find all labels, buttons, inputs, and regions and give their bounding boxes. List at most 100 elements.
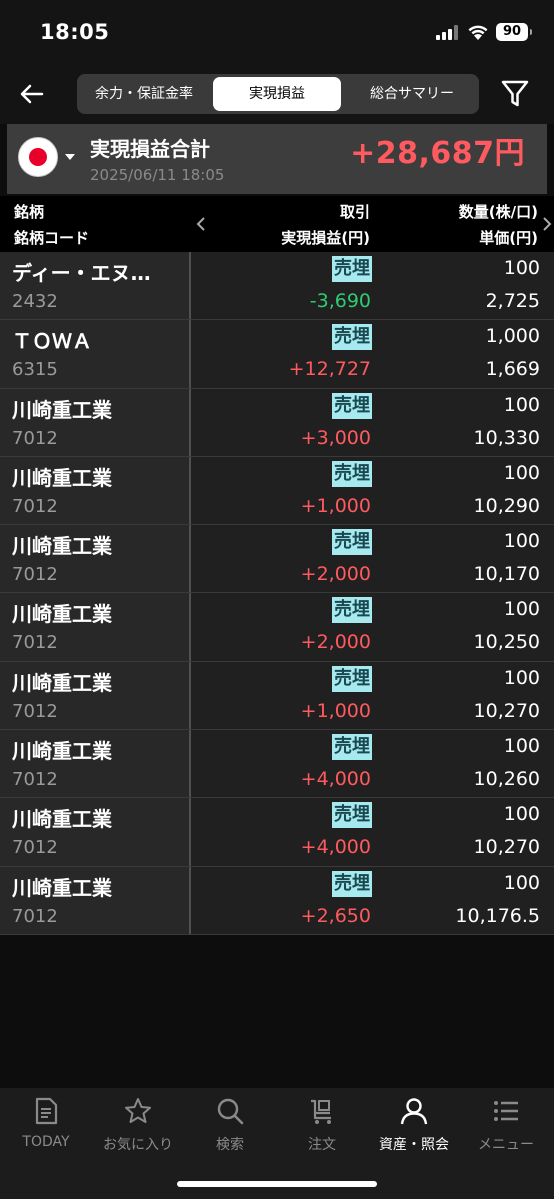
chevron-left-icon[interactable] [196,216,206,232]
stock-name: 川崎重工業 [12,807,112,832]
quantity: 100 [503,803,540,826]
segmented-tabs: 余力・保証金率 実現損益 総合サマリー [77,74,479,114]
realized-pnl: +4,000 [300,836,371,859]
nav-today-label: TODAY [22,1134,70,1150]
quantity: 100 [503,257,540,279]
realized-pnl: +2,650 [300,904,371,927]
stock-name: ＴＯＷＡ [12,329,92,354]
tab-realized-pnl[interactable]: 実現損益 [213,77,341,111]
nav-search-label: 検索 [216,1137,244,1153]
stock-code: 7012 [12,837,58,859]
nav-favorites-label: お気に入り [103,1137,173,1153]
summary-value: +28,687円 [350,136,525,171]
star-icon [125,1098,151,1123]
trade-type-badge: 売埋 [332,256,372,282]
person-icon [400,1098,428,1125]
pnl-summary: 実現損益合計 2025/06/11 18:05 +28,687円 [7,124,547,194]
table-row[interactable]: 川崎重工業 7012 売埋 +4,000 100 10,270 [0,798,554,867]
trade-type-badge: 売埋 [332,870,372,897]
signal-icon [436,25,458,40]
table-row[interactable]: 川崎重工業 7012 売埋 +2,000 100 10,250 [0,593,554,662]
trade-type-badge: 売埋 [332,324,372,351]
stock-name: ディー・エヌ… [12,261,151,285]
menu-icon [494,1101,518,1121]
table-row[interactable]: 川崎重工業 7012 売埋 +3,000 100 10,330 [0,388,554,457]
stock-code: 7012 [12,495,58,517]
realized-pnl: +3,000 [300,426,371,449]
stock-name: 川崎重工業 [12,534,112,559]
trade-type-badge: 売埋 [332,392,372,419]
realized-pnl: +2,000 [300,563,371,586]
unit-price: 1,669 [485,358,540,381]
battery-icon: 90 [496,23,532,41]
chevron-down-icon[interactable] [65,154,75,160]
filter-icon[interactable] [500,78,530,110]
trades-table: ディー・エヌ… 2432 売埋 -3,690 100 2,725 ＴＯＷＡ 6315 売埋 +12… [0,252,554,935]
table-row[interactable]: 川崎重工業 7012 売埋 +1,000 100 10,290 [0,456,554,526]
table-row[interactable]: ディー・エヌ… 2432 売埋 -3,690 100 2,725 [0,252,554,321]
quantity: 1,000 [485,325,540,348]
summary-datetime: 2025/06/11 18:05 [90,166,225,184]
quantity: 100 [503,666,540,689]
table-row[interactable]: 川崎重工業 7012 売埋 +2,650 100 10,176.5 [0,866,554,935]
stock-name: 川崎重工業 [12,739,112,764]
stock-name: 川崎重工業 [12,465,112,490]
quantity: 100 [503,393,540,416]
tab-margin[interactable]: 余力・保証金率 [77,74,211,114]
nav-menu-label: メニュー [478,1137,534,1153]
tab-summary[interactable]: 総合サマリー [345,74,479,114]
nav-search[interactable]: 検索 [184,1096,276,1156]
nav-today[interactable]: TODAY [0,1096,92,1156]
nav-order[interactable]: 注文 [276,1096,368,1156]
unit-price: 10,260 [473,768,540,791]
header-code: 銘柄コード [14,229,90,247]
search-icon [217,1098,244,1125]
status-bar: 18:05 90 [0,0,554,62]
realized-pnl: +1,000 [300,699,371,722]
realized-pnl: +4,000 [300,768,371,791]
trade-type-badge: 売埋 [332,734,372,761]
table-row[interactable]: ＴＯＷＡ 6315 売埋 +12,727 1,000 1,669 [0,320,554,389]
table-header: 銘柄 銘柄コード 取引 実現損益(円) 数量(株/口) 単価(円) [0,196,554,252]
unit-price: 10,270 [473,836,540,859]
table-row[interactable]: 川崎重工業 7012 売埋 +1,000 100 10,270 [0,661,554,731]
realized-pnl: -3,690 [309,290,371,312]
quantity: 100 [503,735,540,758]
stock-code: 7012 [12,564,58,586]
stock-code: 2432 [12,291,58,312]
trade-type-badge: 売埋 [332,597,372,624]
trade-type-badge: 売埋 [332,802,372,829]
stock-name: 川崎重工業 [12,602,112,627]
realized-pnl: +1,000 [300,494,371,517]
unit-price: 2,725 [485,290,540,312]
table-row[interactable]: 川崎重工業 7012 売埋 +2,000 100 10,170 [0,525,554,594]
japan-flag-icon[interactable] [18,137,58,177]
stock-name: 川崎重工業 [12,670,112,695]
document-icon [35,1097,58,1125]
chevron-right-icon[interactable] [542,216,552,232]
nav-menu[interactable]: メニュー [460,1096,552,1156]
stock-name: 川崎重工業 [12,397,112,422]
wifi-icon [468,25,488,40]
unit-price: 10,270 [473,699,540,722]
stock-code: 7012 [12,700,58,722]
header-trade: 取引 [339,203,370,221]
trade-type-badge: 売埋 [332,529,372,556]
back-arrow-icon[interactable] [16,78,48,110]
realized-pnl: +12,727 [288,358,371,381]
unit-price: 10,176.5 [455,904,540,927]
realized-pnl: +2,000 [300,631,371,654]
trade-type-badge: 売埋 [332,460,372,487]
header: 余力・保証金率 実現損益 総合サマリー [0,62,554,124]
table-row[interactable]: 川崎重工業 7012 売埋 +4,000 100 10,260 [0,730,554,799]
nav-assets[interactable]: 資産・照会 [368,1096,460,1156]
quantity: 100 [503,871,540,894]
nav-favorites[interactable]: お気に入り [92,1096,184,1156]
home-indicator [177,1181,377,1187]
nav-order-label: 注文 [308,1137,336,1153]
stock-code: 7012 [12,632,58,654]
header-price: 単価(円) [479,229,538,247]
unit-price: 10,250 [473,631,540,654]
unit-price: 10,290 [473,494,540,517]
stock-code: 7012 [12,905,58,927]
